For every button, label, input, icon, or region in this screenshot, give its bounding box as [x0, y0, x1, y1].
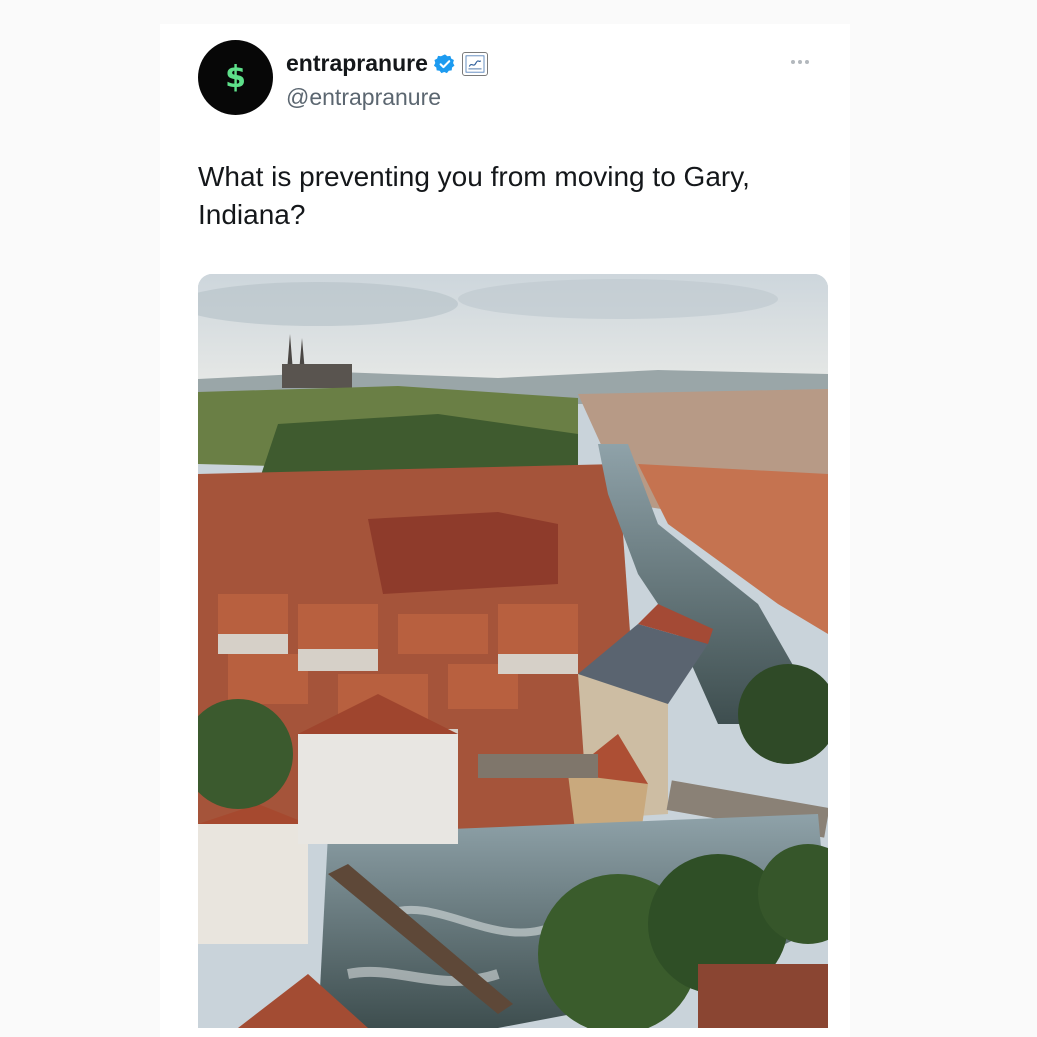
screenshot-page: $ entrapranure @entrapranure What is pre…	[0, 0, 1037, 1037]
more-horizontal-icon[interactable]	[786, 56, 814, 68]
tweet-header: $ entrapranure @entrapranure	[198, 40, 838, 120]
author-handle[interactable]: @entrapranure	[286, 84, 441, 111]
affiliate-badge-icon[interactable]	[461, 51, 488, 76]
tweet-media-image[interactable]	[198, 274, 828, 1028]
verified-badge-icon[interactable]	[433, 53, 456, 75]
avatar-dollar-glyph: $	[225, 60, 246, 95]
city-photo-image	[198, 274, 828, 1028]
tweet-text: What is preventing you from moving to Ga…	[198, 161, 750, 230]
tweet-card[interactable]: $ entrapranure @entrapranure What is pre…	[160, 24, 850, 1037]
avatar[interactable]: $	[198, 40, 273, 115]
author-display-name[interactable]: entrapranure	[286, 50, 428, 77]
author-name-row: entrapranure	[286, 50, 488, 77]
